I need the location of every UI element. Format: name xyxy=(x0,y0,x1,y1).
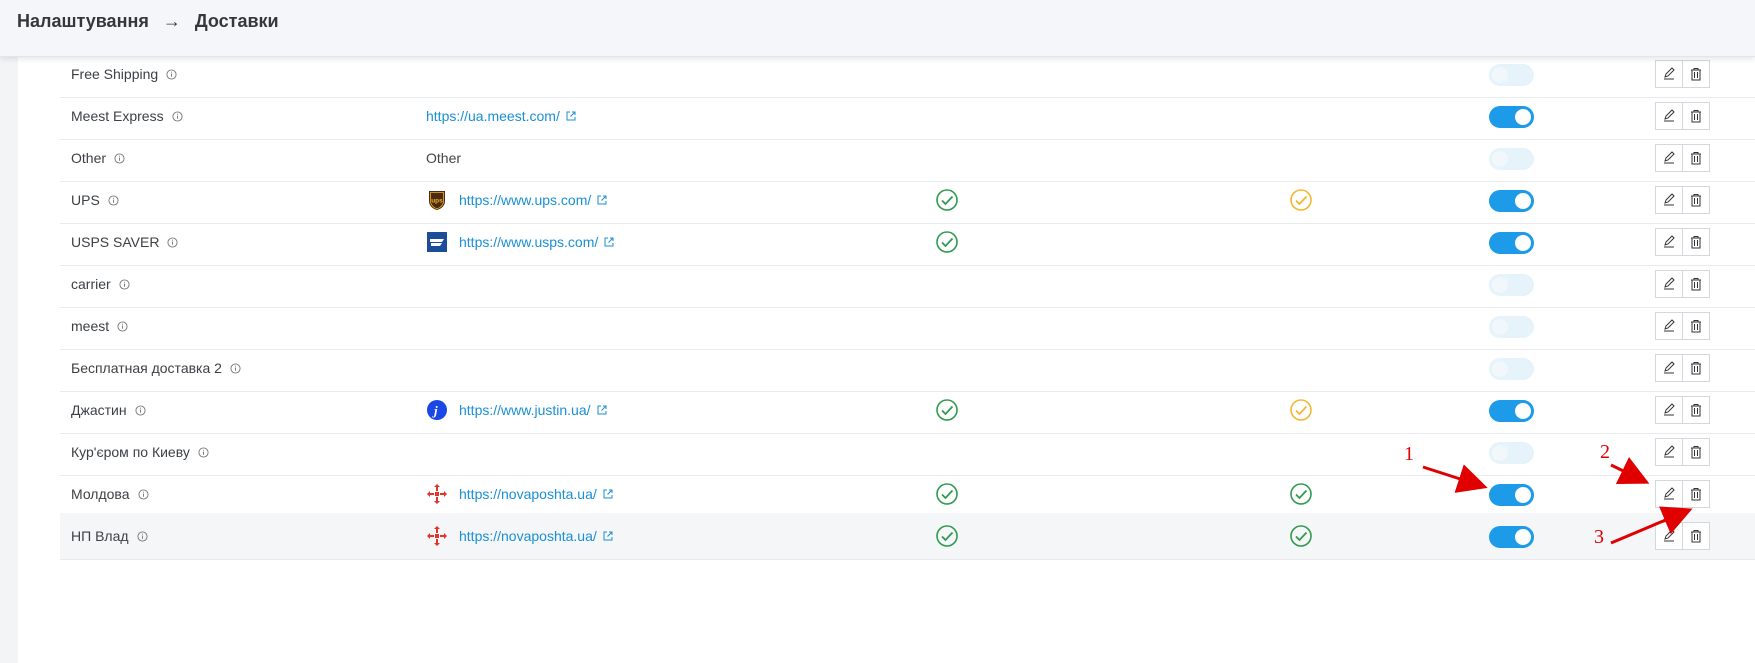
annotation-label-3: 3 xyxy=(1594,526,1604,548)
arrow-3 xyxy=(1610,506,1693,545)
arrow-1 xyxy=(1422,464,1488,493)
annotation-label-1: 1 xyxy=(1404,443,1414,465)
arrow-2 xyxy=(1610,457,1650,485)
annotation-label-2: 2 xyxy=(1600,441,1610,463)
annotation-arrows xyxy=(1422,457,1693,545)
